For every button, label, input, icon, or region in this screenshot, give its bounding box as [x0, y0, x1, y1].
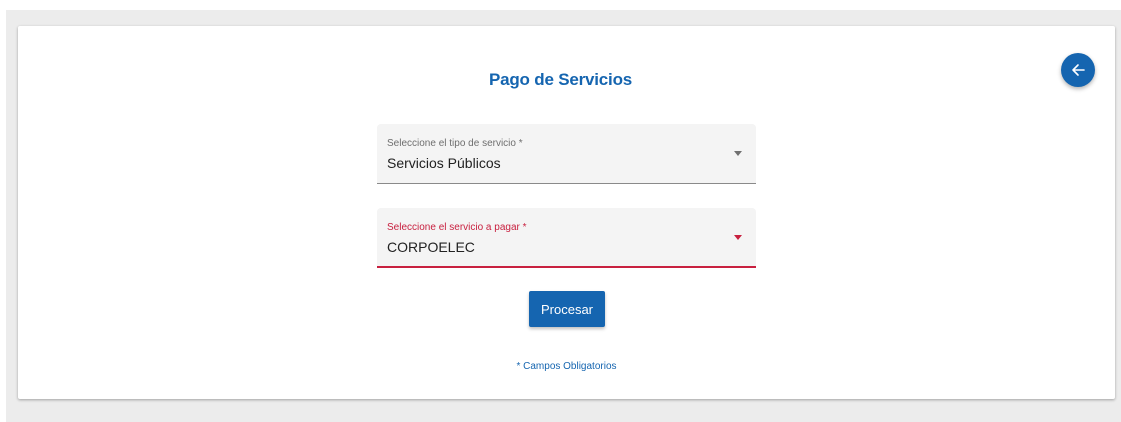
page-title: Pago de Servicios [488, 70, 633, 89]
service-type-select[interactable]: Seleccione el tipo de servicio * Servici… [377, 124, 756, 184]
service-to-pay-label: Seleccione el servicio a pagar * [387, 222, 527, 233]
service-to-pay-value: CORPOELEC [387, 239, 475, 255]
service-type-value: Servicios Públicos [387, 155, 501, 171]
chevron-down-icon[interactable] [734, 235, 742, 240]
required-fields-note: * Campos Obligatorios [516, 361, 617, 372]
process-button[interactable]: Procesar [529, 291, 605, 327]
chevron-down-icon[interactable] [734, 151, 742, 156]
service-type-label: Seleccione el tipo de servicio * [387, 138, 523, 149]
service-to-pay-select[interactable]: Seleccione el servicio a pagar * CORPOEL… [377, 208, 756, 268]
